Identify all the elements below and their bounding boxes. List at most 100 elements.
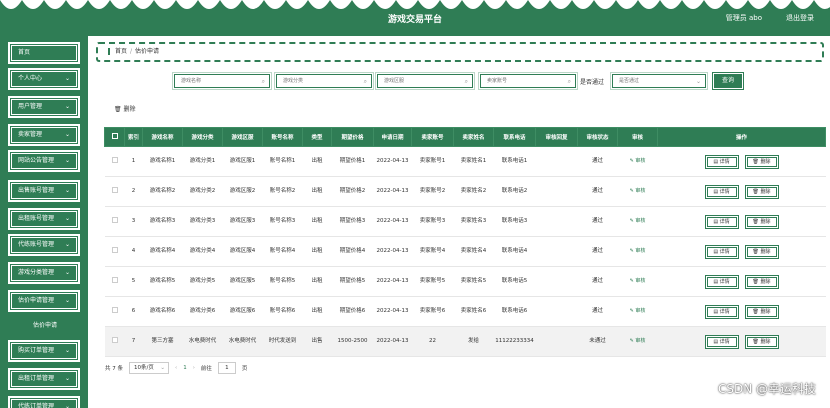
search-icon: ⌕ [464, 78, 468, 85]
game-region-filter[interactable]: ⌕ [377, 74, 473, 88]
table-cell: 卖家账号6 [411, 296, 454, 327]
seller-account-input[interactable] [481, 75, 575, 87]
detail-button[interactable]: ▤ 详情 [704, 214, 739, 229]
detail-button[interactable]: ▤ 详情 [704, 334, 739, 349]
sidebar-item-label: 出售账号管理 [18, 187, 55, 194]
sidebar-item[interactable]: 出售账号管理 ⌄ [7, 179, 81, 203]
sidebar-item[interactable]: 代练订单管理 ⌄ [7, 395, 81, 408]
sidebar-item[interactable]: 代练账号管理 ⌄ [7, 233, 81, 257]
table-cell: 卖家账号2 [411, 176, 454, 207]
pass-status-input[interactable] [613, 75, 705, 87]
delete-button[interactable]: 🗑 删除 [744, 244, 779, 259]
sidebar-subitem-valuation[interactable]: 估价申请 [14, 318, 76, 334]
bulk-delete-button[interactable]: 🗑 删除 [114, 104, 136, 113]
chevron-down-icon: ⌄ [64, 75, 70, 82]
sidebar-item[interactable]: 个人中心 ⌄ [7, 67, 81, 91]
row-select-cell [104, 146, 125, 177]
row-checkbox[interactable] [111, 306, 118, 313]
table-cell: 卖家姓名1 [453, 146, 494, 177]
sidebar-item[interactable]: 用户管理 ⌄ [7, 95, 81, 119]
search-icon: ⌕ [363, 78, 367, 85]
detail-button[interactable]: ▤ 详情 [704, 184, 739, 199]
delete-button[interactable]: 🗑 删除 [744, 154, 779, 169]
game-name-filter[interactable]: ⌕ [174, 74, 270, 88]
button-label: 详情 [719, 278, 730, 285]
delete-button[interactable]: 🗑 删除 [744, 304, 779, 319]
row-checkbox[interactable] [111, 276, 118, 283]
table-cell [535, 296, 578, 327]
button-label: 删除 [760, 188, 771, 195]
table-cell: 3 [124, 206, 143, 237]
row-checkbox[interactable] [111, 156, 118, 163]
sidebar-item[interactable]: 首页 [7, 41, 81, 65]
prev-page-button[interactable]: ‹ [175, 365, 177, 371]
button-label: 详情 [719, 308, 730, 315]
row-checkbox[interactable] [111, 216, 118, 223]
sidebar-item[interactable]: 估价申请管理 ⌄ [7, 289, 81, 313]
query-button[interactable]: 查询 [712, 72, 744, 90]
audit-link[interactable]: ✎ 审核 [630, 338, 646, 344]
table-cell: 出售 [302, 326, 332, 357]
table-cell: 出租 [302, 296, 332, 327]
row-checkbox[interactable] [111, 246, 118, 253]
row-checkbox[interactable] [111, 336, 118, 343]
table-cell: 通过 [577, 296, 618, 327]
table-cell: 水电费时代 [222, 326, 263, 357]
delete-button[interactable]: 🗑 删除 [744, 184, 779, 199]
audit-link[interactable]: ✎ 审核 [630, 188, 646, 194]
audit-link[interactable]: ✎ 审核 [630, 248, 646, 254]
detail-button[interactable]: ▤ 详情 [704, 304, 739, 319]
operations-cell: ▤ 详情 🗑 删除 [657, 176, 826, 207]
button-label: 删除 [760, 308, 771, 315]
search-icon: ⌕ [567, 78, 571, 85]
table-cell: 出租 [302, 236, 332, 267]
audit-link[interactable]: ✎ 审核 [630, 218, 646, 224]
breadcrumb-home[interactable]: 首页 [115, 48, 127, 55]
table-cell: 卖家姓名3 [453, 206, 494, 237]
goto-page-input[interactable]: 1 [217, 362, 236, 374]
detail-button[interactable]: ▤ 详情 [704, 244, 739, 259]
page-number[interactable]: 1 [183, 365, 187, 371]
sidebar-item[interactable]: 出租账号管理 ⌄ [7, 207, 81, 231]
chevron-down-icon: ⌄ [64, 187, 70, 194]
delete-button[interactable]: 🗑 删除 [744, 274, 779, 289]
game-name-input[interactable] [175, 75, 269, 87]
next-page-button[interactable]: › [193, 365, 195, 371]
game-region-input[interactable] [378, 75, 472, 87]
game-category-input[interactable] [277, 75, 371, 87]
goto-label: 前往 [200, 366, 212, 372]
row-checkbox[interactable] [111, 186, 118, 193]
delete-button[interactable]: 🗑 删除 [744, 214, 779, 229]
detail-button[interactable]: ▤ 详情 [704, 154, 739, 169]
table-cell: 游戏名称4 [142, 236, 183, 267]
table-cell: 游戏区服3 [222, 206, 263, 237]
delete-button[interactable]: 🗑 删除 [744, 334, 779, 349]
seller-account-filter[interactable]: ⌕ [480, 74, 576, 88]
pass-status-select[interactable]: ⌄ [612, 74, 706, 88]
table-row: 1 游戏名称1 游戏分类1 游戏区服1 账号名称1 出租 期望价格1 2022-04-13 卖家… [104, 146, 826, 177]
detail-button[interactable]: ▤ 详情 [704, 274, 739, 289]
sidebar-item[interactable]: 卖家管理 ⌄ [7, 123, 81, 147]
table-header-row: 索引 游戏名称 游戏分类 游戏区服 账号名称 类型 期望价格 申请日期 卖家账号 卖家姓名 联系电话… [104, 127, 826, 147]
pagination: 共 7 条 10条/页 ⌄ ‹ 1 › 前往 1 页 [105, 362, 247, 374]
audit-link[interactable]: ✎ 审核 [630, 308, 646, 314]
sidebar-item[interactable]: 出租订单管理 ⌄ [7, 367, 81, 391]
sidebar-item-label: 出租订单管理 [18, 375, 55, 382]
logout-link[interactable]: 退出登录 [786, 13, 814, 23]
sidebar-item[interactable]: 网站公告管理 ⌄ [7, 149, 81, 173]
row-select-cell [104, 206, 125, 237]
table-cell: 游戏分类6 [182, 296, 223, 327]
sidebar-item[interactable]: 购买订单管理 ⌄ [7, 339, 81, 363]
column-header: 账号名称 [262, 127, 303, 147]
audit-link[interactable]: ✎ 审核 [630, 158, 646, 164]
select-all-checkbox[interactable] [111, 133, 118, 139]
page-size-select[interactable]: 10条/页 ⌄ [129, 362, 169, 374]
table-cell: 出租 [302, 146, 332, 177]
audit-link[interactable]: ✎ 审核 [630, 278, 646, 284]
table-cell: 游戏区服2 [222, 176, 263, 207]
game-category-filter[interactable]: ⌕ [276, 74, 372, 88]
search-icon: ⌕ [261, 78, 265, 85]
sidebar-item[interactable]: 游戏分类管理 ⌄ [7, 261, 81, 285]
table-cell: 2022-04-13 [373, 146, 412, 177]
table-cell: 2022-04-13 [373, 176, 412, 207]
